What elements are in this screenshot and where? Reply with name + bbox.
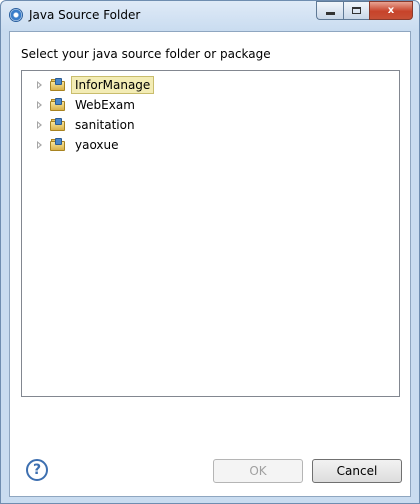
java-project-icon bbox=[50, 138, 66, 152]
title-bar[interactable]: Java Source Folder x bbox=[1, 1, 419, 31]
help-icon: ? bbox=[32, 462, 42, 478]
expand-arrow-icon[interactable] bbox=[37, 141, 42, 149]
tree-item-label[interactable]: WebExam bbox=[71, 96, 139, 114]
tree-item-label[interactable]: sanitation bbox=[71, 116, 139, 134]
window-controls: x bbox=[316, 1, 413, 21]
tree-item[interactable]: yaoxue bbox=[22, 135, 123, 155]
tree-item-label[interactable]: yaoxue bbox=[71, 136, 123, 154]
maximize-icon bbox=[352, 7, 361, 14]
java-project-icon bbox=[50, 98, 66, 112]
expand-arrow-icon[interactable] bbox=[37, 101, 42, 109]
java-project-icon bbox=[50, 78, 66, 92]
close-button[interactable]: x bbox=[369, 1, 413, 20]
dialog-window: Java Source Folder x Select your java so… bbox=[0, 0, 420, 504]
minimize-button[interactable] bbox=[316, 1, 343, 20]
project-tree[interactable]: InforManage WebExam sanitation yaoxue bbox=[21, 70, 400, 397]
expand-arrow-icon[interactable] bbox=[37, 81, 42, 89]
tree-item[interactable]: WebExam bbox=[22, 95, 139, 115]
minimize-icon bbox=[325, 12, 335, 15]
ok-button[interactable]: OK bbox=[213, 459, 303, 483]
tree-item[interactable]: InforManage bbox=[22, 75, 155, 95]
dialog-body: Select your java source folder or packag… bbox=[9, 31, 411, 497]
dialog-prompt: Select your java source folder or packag… bbox=[21, 47, 271, 61]
eclipse-app-icon bbox=[9, 8, 23, 22]
expand-arrow-icon[interactable] bbox=[37, 121, 42, 129]
java-project-icon bbox=[50, 118, 66, 132]
window-title: Java Source Folder bbox=[29, 8, 141, 22]
tree-item[interactable]: sanitation bbox=[22, 115, 139, 135]
tree-item-label[interactable]: InforManage bbox=[71, 76, 155, 94]
maximize-button[interactable] bbox=[343, 1, 369, 20]
help-button[interactable]: ? bbox=[26, 459, 48, 481]
close-icon: x bbox=[387, 5, 395, 16]
cancel-button[interactable]: Cancel bbox=[312, 459, 402, 483]
